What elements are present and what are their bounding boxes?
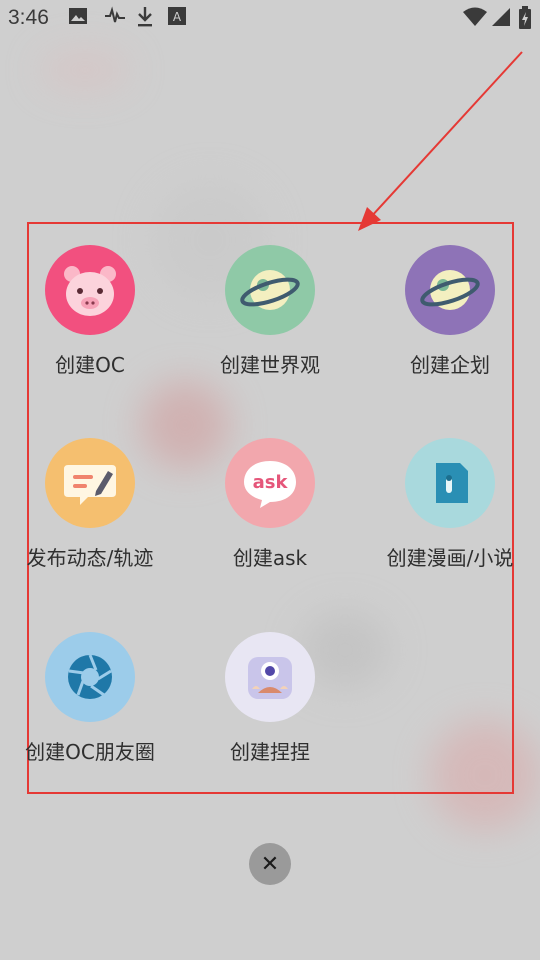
create-ask-button[interactable]: ask 创建ask [180, 438, 360, 598]
menu-item-label: 创建捏捏 [230, 740, 310, 764]
planet-icon [405, 245, 495, 335]
planet-icon [225, 245, 315, 335]
edit-note-icon [45, 438, 135, 528]
one-eye-monster-icon [225, 632, 315, 722]
pig-face-icon [45, 245, 135, 335]
close-icon: ✕ [260, 851, 280, 877]
close-button[interactable]: ✕ [249, 843, 291, 885]
svg-text:ask: ask [253, 472, 289, 493]
create-oc-moments-button[interactable]: 创建OC朋友圈 [0, 632, 180, 792]
post-moment-button[interactable]: 发布动态/轨迹 [0, 438, 180, 598]
create-nienie-button[interactable]: 创建捏捏 [180, 632, 360, 792]
create-oc-button[interactable]: 创建OC [0, 245, 180, 405]
create-comic-novel-button[interactable]: 创建漫画/小说 [360, 438, 540, 598]
menu-item-label: 创建漫画/小说 [386, 546, 514, 570]
ask-bubble-icon: ask [225, 438, 315, 528]
create-project-button[interactable]: 创建企划 [360, 245, 540, 405]
book-icon [405, 438, 495, 528]
create-worldview-button[interactable]: 创建世界观 [180, 245, 360, 405]
aperture-icon [45, 632, 135, 722]
menu-item-label: 创建企划 [410, 353, 490, 377]
